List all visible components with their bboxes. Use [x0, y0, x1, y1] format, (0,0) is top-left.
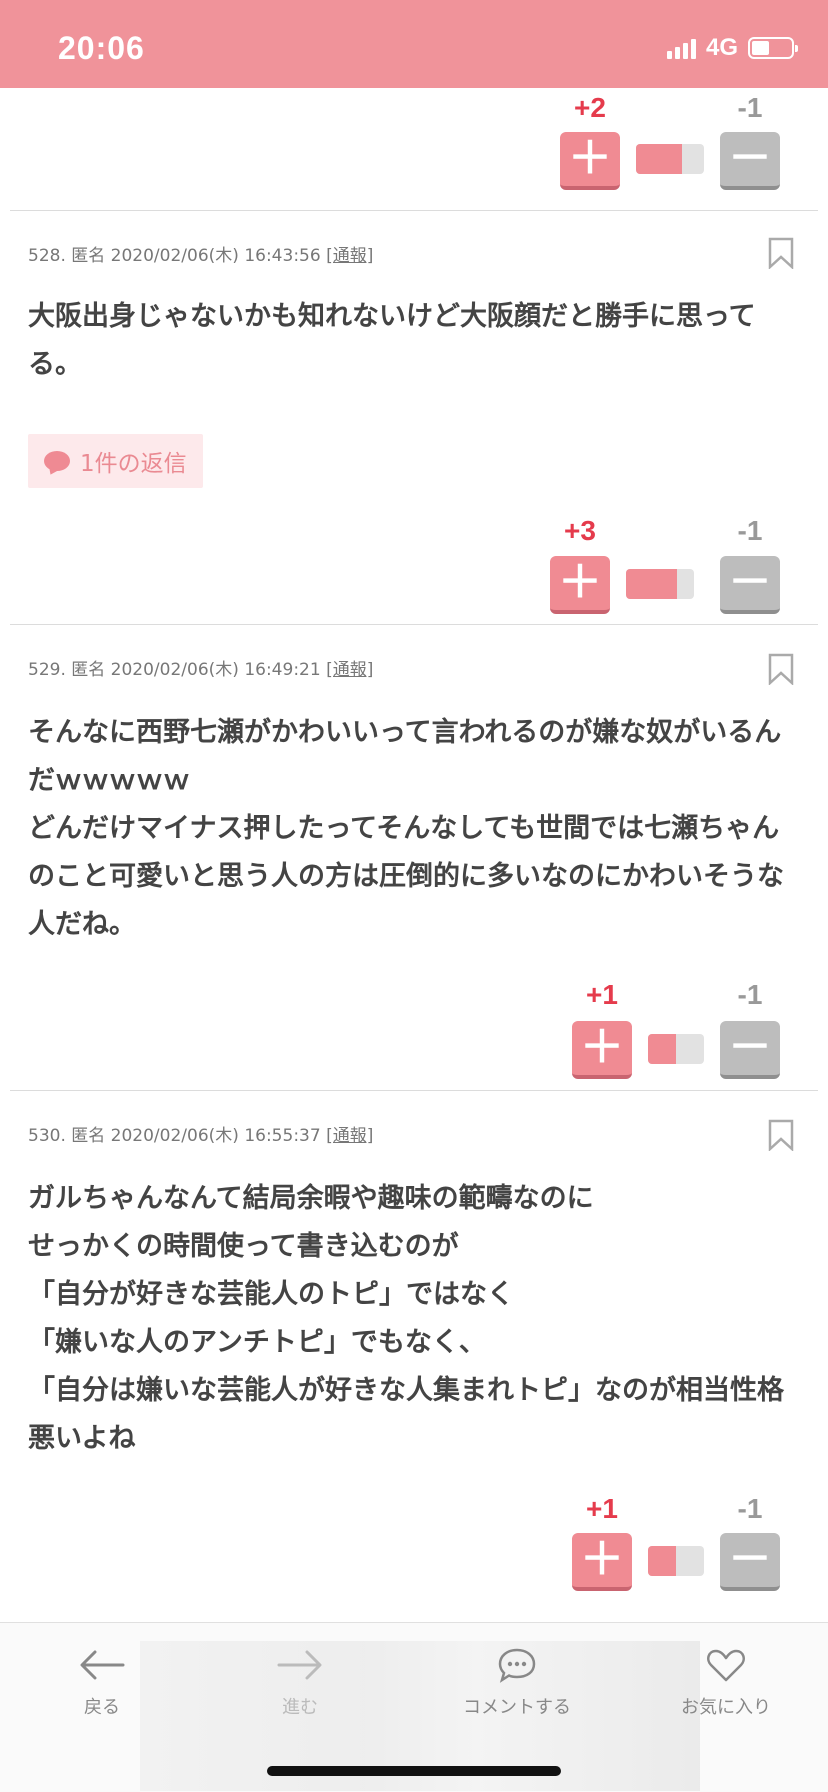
comment-body: 大阪出身じゃないかも知れないけど大阪顔だと勝手に思ってる。 — [28, 301, 756, 380]
comment-header: 528. 匿名 2020/02/06(木) 16:43:56 [通報] — [28, 241, 373, 266]
comment-timestamp: 2020/02/06(木) 16:43:56 — [110, 246, 321, 266]
comment-author: 匿名 — [71, 660, 106, 680]
arrow-right-icon — [277, 1650, 322, 1680]
bookmark-icon[interactable] — [768, 1119, 794, 1151]
minus-vote-button[interactable]: － — [720, 556, 780, 614]
comment-529: 529. 匿名 2020/02/06(木) 16:49:21 [通報] そんなに… — [0, 625, 828, 1090]
reply-count-button[interactable]: 1件の返信 — [28, 434, 203, 488]
comment-header: 529. 匿名 2020/02/06(木) 16:49:21 [通報] — [28, 655, 373, 680]
minus-vote-button[interactable]: － — [720, 1021, 780, 1079]
comment-bubble-icon — [44, 451, 70, 471]
status-bar: 20:06 4G — [0, 0, 828, 88]
comment-number: 530. — [28, 1126, 66, 1146]
comment-list: +2 -1 ＋ － 528. 匿名 2020/02/06(木) 16:43:56… — [0, 88, 828, 1603]
comment-button[interactable]: コメントする — [448, 1637, 586, 1719]
status-indicators: 4G — [666, 34, 798, 62]
comment-530: 530. 匿名 2020/02/06(木) 16:55:37 [通報] ガルちゃ… — [0, 1091, 828, 1603]
comment-number: 528. — [28, 246, 66, 266]
home-indicator — [267, 1766, 561, 1776]
comment-author: 匿名 — [71, 246, 106, 266]
minus-count: -1 — [737, 979, 763, 1010]
vote-ratio-bar — [648, 1034, 704, 1064]
comment-timestamp: 2020/02/06(木) 16:49:21 — [110, 660, 321, 680]
minus-count: -1 — [737, 1493, 763, 1524]
report-link[interactable]: [通報] — [326, 660, 373, 680]
vote-ratio-bar — [636, 144, 704, 174]
report-link[interactable]: [通報] — [326, 1126, 373, 1146]
comment-author: 匿名 — [71, 1126, 106, 1146]
favorite-button[interactable]: お気に入り — [656, 1637, 796, 1719]
comment-bubble-icon — [498, 1648, 536, 1683]
minus-count: -1 — [737, 515, 763, 546]
favorite-label: お気に入り — [681, 1697, 771, 1718]
reply-count-label: 1件の返信 — [80, 451, 187, 477]
plus-vote-button[interactable]: ＋ — [550, 556, 610, 614]
battery-level — [752, 41, 770, 55]
battery-icon — [748, 37, 798, 59]
plus-count: +1 — [586, 979, 618, 1010]
minus-vote-button[interactable]: － — [720, 132, 780, 190]
plus-count: +2 — [574, 92, 606, 123]
vote-ratio-fill — [648, 1546, 676, 1576]
plus-vote-button[interactable]: ＋ — [572, 1533, 632, 1591]
prev-post-votes: +2 -1 ＋ － — [0, 88, 828, 210]
minus-count: -1 — [737, 92, 763, 123]
back-button[interactable]: 戻る — [32, 1637, 172, 1719]
status-time: 20:06 — [58, 30, 145, 66]
report-link[interactable]: [通報] — [326, 246, 373, 266]
vote-ratio-fill — [626, 569, 677, 599]
heart-icon — [707, 1649, 745, 1682]
signal-icon — [666, 37, 696, 59]
back-label: 戻る — [84, 1697, 120, 1718]
vote-ratio-bar — [626, 569, 694, 599]
plus-vote-button[interactable]: ＋ — [560, 132, 620, 190]
comment-body: そんなに西野七瀬がかわいいって言われるのが嫌な奴がいるんだｗｗｗｗｗ どんだけマ… — [28, 717, 784, 940]
comment-header: 530. 匿名 2020/02/06(木) 16:55:37 [通報] — [28, 1121, 373, 1146]
minus-vote-button[interactable]: － — [720, 1533, 780, 1591]
plus-count: +3 — [564, 515, 596, 546]
forward-button[interactable]: 進む — [230, 1637, 370, 1719]
arrow-left-icon — [80, 1650, 125, 1680]
comment-528: 528. 匿名 2020/02/06(木) 16:43:56 [通報] 大阪出身… — [0, 211, 828, 624]
bookmark-icon[interactable] — [768, 237, 794, 269]
comment-label: コメントする — [463, 1697, 571, 1718]
plus-count: +1 — [586, 1493, 618, 1524]
network-type: 4G — [705, 34, 738, 61]
comment-body: ガルちゃんなんて結局余暇や趣味の範疇なのに せっかくの時間使って書き込むのが 「… — [28, 1183, 784, 1454]
comment-timestamp: 2020/02/06(木) 16:55:37 — [110, 1126, 321, 1146]
vote-ratio-fill — [648, 1034, 676, 1064]
vote-ratio-bar — [648, 1546, 704, 1576]
comment-number: 529. — [28, 660, 66, 680]
forward-label: 進む — [282, 1697, 318, 1718]
bookmark-icon[interactable] — [768, 653, 794, 685]
vote-ratio-fill — [636, 144, 682, 174]
plus-vote-button[interactable]: ＋ — [572, 1021, 632, 1079]
